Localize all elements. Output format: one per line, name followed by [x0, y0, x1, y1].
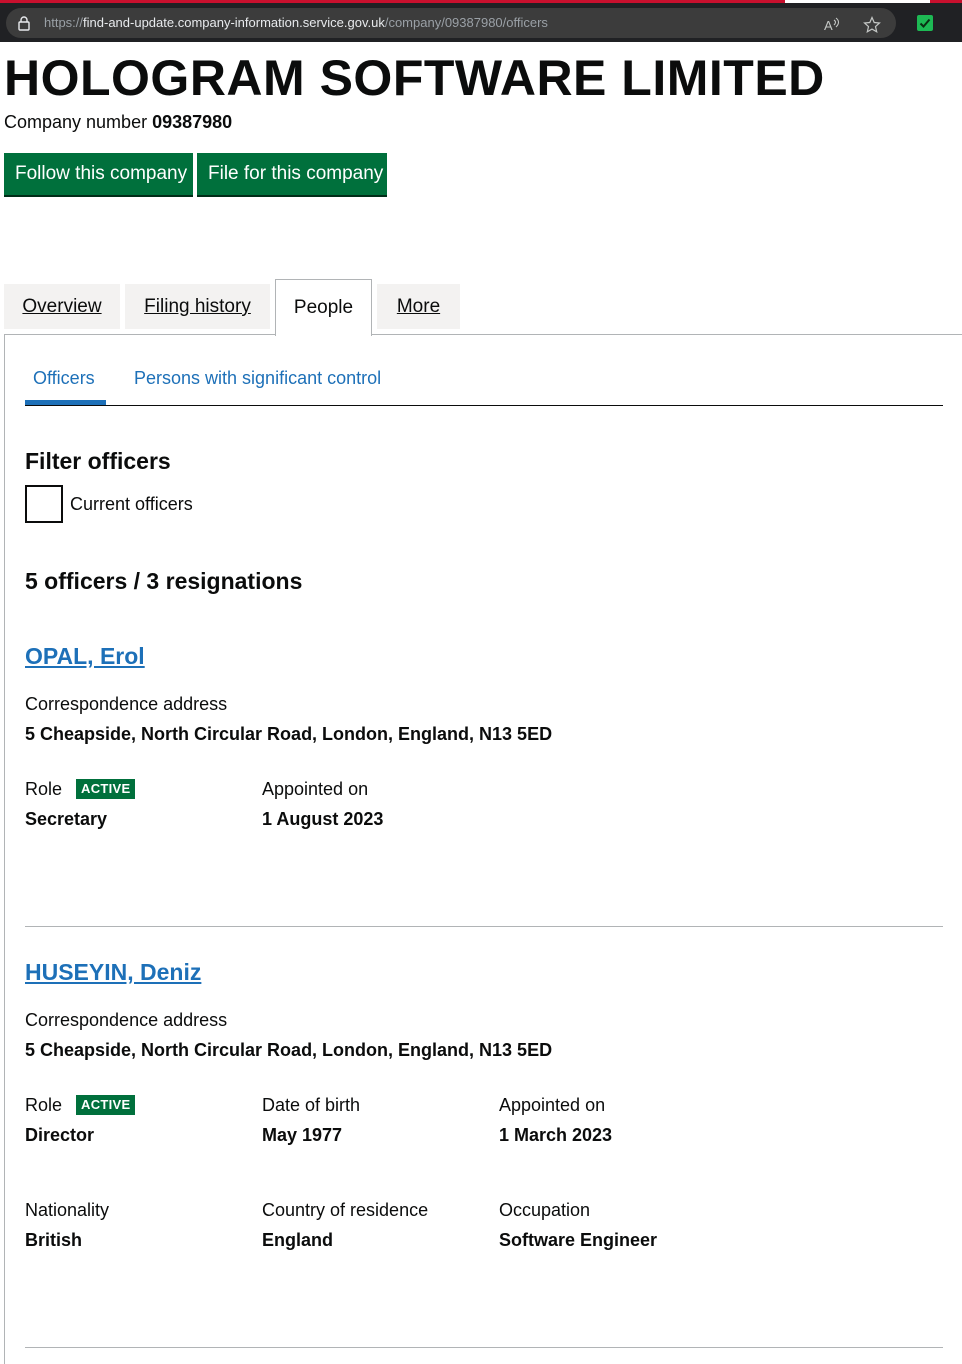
country-of-residence-value: England: [262, 1230, 333, 1250]
tab-more-label[interactable]: More: [397, 296, 440, 317]
tab-people-label: People: [293, 297, 354, 318]
tab-overview[interactable]: Overview: [4, 284, 120, 329]
url-text[interactable]: https://find-and-update.company-informat…: [44, 15, 548, 31]
tab-overview-label[interactable]: Overview: [22, 296, 101, 317]
url-scheme: https://: [44, 15, 84, 30]
subtab-persons-with-significant-control[interactable]: Persons with significant control: [134, 366, 381, 390]
appointed-on-label: Appointed on: [499, 1095, 606, 1115]
correspondence-address-label: Correspondence address: [25, 694, 228, 714]
svg-text:A: A: [824, 18, 833, 33]
appointed-on-value: 1 August 2023: [262, 809, 384, 829]
subtab-divider: [25, 405, 943, 406]
appointed-on-label: Appointed on: [262, 779, 369, 799]
browser-toolbar: https://find-and-update.company-informat…: [0, 3, 962, 42]
role-value: Secretary: [25, 809, 108, 829]
people-panel: [4, 334, 962, 1364]
correspondence-address-label: Correspondence address: [25, 1010, 228, 1030]
role-label: Role: [25, 779, 63, 799]
officer-divider: [25, 926, 943, 927]
date-of-birth-label: Date of birth: [262, 1095, 361, 1115]
url-host: find-and-update.company-information.serv…: [83, 15, 385, 30]
status-badge: ACTIVE: [76, 779, 136, 799]
subtab-officers[interactable]: Officers: [33, 366, 95, 390]
officer-name-link[interactable]: OPAL, Erol: [25, 642, 145, 670]
current-officers-checkbox[interactable]: [25, 485, 63, 523]
appointed-on-value: 1 March 2023: [499, 1125, 613, 1145]
company-name: HOLOGRAM SOFTWARE LIMITED: [4, 50, 825, 106]
url-path: /company/09387980/officers: [384, 15, 548, 30]
company-number-value: 09387980: [152, 112, 233, 132]
officer-name-link[interactable]: HUSEYIN, Deniz: [25, 958, 201, 986]
extension-check-icon[interactable]: [917, 15, 933, 31]
officer-divider: [25, 1347, 943, 1348]
nationality-label: Nationality: [25, 1200, 110, 1220]
read-aloud-icon[interactable]: A: [823, 16, 841, 34]
officers-summary: 5 officers / 3 resignations: [25, 568, 303, 594]
date-of-birth-value: May 1977: [262, 1125, 343, 1145]
tab-filing-history[interactable]: Filing history: [125, 284, 270, 329]
role-label: Role: [25, 1095, 63, 1115]
occupation-value: Software Engineer: [499, 1230, 658, 1250]
company-number: Company number 09387980: [4, 110, 232, 134]
company-number-label: Company number: [4, 112, 148, 132]
nationality-value: British: [25, 1230, 83, 1250]
address-bar[interactable]: https://find-and-update.company-informat…: [6, 8, 896, 38]
status-badge: ACTIVE: [76, 1095, 136, 1115]
follow-company-button[interactable]: Follow this company: [4, 153, 193, 195]
country-of-residence-label: Country of residence: [262, 1200, 429, 1220]
correspondence-address: 5 Cheapside, North Circular Road, London…: [25, 1040, 553, 1060]
current-officers-label[interactable]: Current officers: [70, 492, 193, 516]
role-value: Director: [25, 1125, 95, 1145]
filter-heading: Filter officers: [25, 448, 171, 474]
tab-more[interactable]: More: [377, 284, 460, 329]
occupation-label: Occupation: [499, 1200, 591, 1220]
tab-people[interactable]: People: [275, 279, 372, 336]
correspondence-address: 5 Cheapside, North Circular Road, London…: [25, 724, 553, 744]
file-for-company-button[interactable]: File for this company: [197, 153, 387, 195]
lock-icon[interactable]: [16, 15, 32, 31]
favorite-star-icon[interactable]: [863, 16, 881, 34]
tab-filing-history-label[interactable]: Filing history: [144, 296, 251, 317]
